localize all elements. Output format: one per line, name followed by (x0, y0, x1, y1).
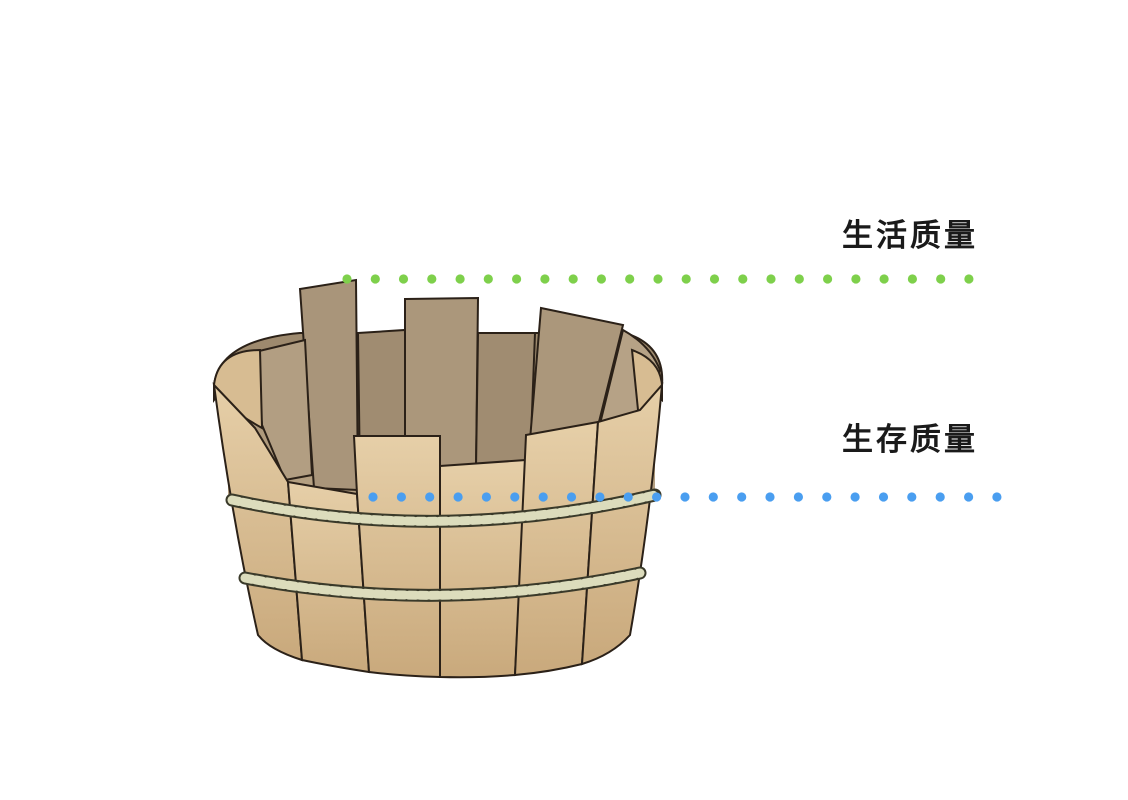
upper-line-dot (342, 274, 352, 284)
upper-line-dot (738, 274, 748, 284)
upper-level-label: 生活质量 (842, 218, 978, 254)
upper-line-dot (794, 274, 804, 284)
upper-line-dot (823, 274, 833, 284)
lower-line-dot (822, 492, 832, 502)
diagram-stage: 生活质量 生存质量 (0, 0, 1128, 796)
lower-line-dot (793, 492, 804, 502)
lower-line-dot (510, 492, 520, 502)
upper-line-dot (398, 274, 409, 284)
lower-line-dot (964, 492, 974, 502)
upper-line-dot (766, 274, 776, 284)
upper-line-dot (653, 274, 663, 284)
wooden-bucket-icon (212, 274, 1002, 679)
lower-line-dot (453, 492, 463, 502)
lower-line-dot (992, 492, 1002, 502)
lower-line-dot (538, 492, 548, 502)
upper-line-dot (964, 274, 974, 284)
upper-line-dot (511, 274, 522, 284)
lower-line-dot (425, 492, 435, 502)
lower-line-dot (850, 492, 860, 502)
lower-line-dot (623, 492, 633, 502)
lower-line-dot (708, 492, 718, 502)
upper-dotted-line (342, 274, 974, 284)
upper-line-dot (681, 274, 691, 284)
lower-line-dot (396, 492, 406, 502)
upper-line-dot (907, 274, 918, 284)
upper-line-dot (936, 274, 946, 284)
upper-line-dot (427, 274, 437, 284)
lower-line-dot (737, 492, 747, 502)
lower-line-dot (878, 492, 889, 502)
lower-line-dot (907, 492, 917, 502)
lower-level-label: 生存质量 (842, 422, 978, 458)
upper-line-dot (455, 274, 465, 284)
lower-line-dot (595, 492, 605, 502)
upper-line-dot (540, 274, 550, 284)
lower-line-dot (566, 492, 577, 502)
upper-line-dot (851, 274, 861, 284)
lower-line-dot (368, 492, 378, 502)
lower-line-dot (652, 492, 662, 502)
lower-line-dot (935, 492, 945, 502)
upper-line-dot (370, 274, 380, 284)
lower-line-dot (765, 492, 775, 502)
lower-line-dot (481, 492, 491, 502)
upper-line-dot (568, 274, 578, 284)
lower-line-dot (680, 492, 690, 502)
upper-line-dot (879, 274, 889, 284)
upper-line-dot (709, 274, 720, 284)
upper-line-dot (596, 274, 607, 284)
upper-line-dot (483, 274, 493, 284)
upper-line-dot (625, 274, 635, 284)
